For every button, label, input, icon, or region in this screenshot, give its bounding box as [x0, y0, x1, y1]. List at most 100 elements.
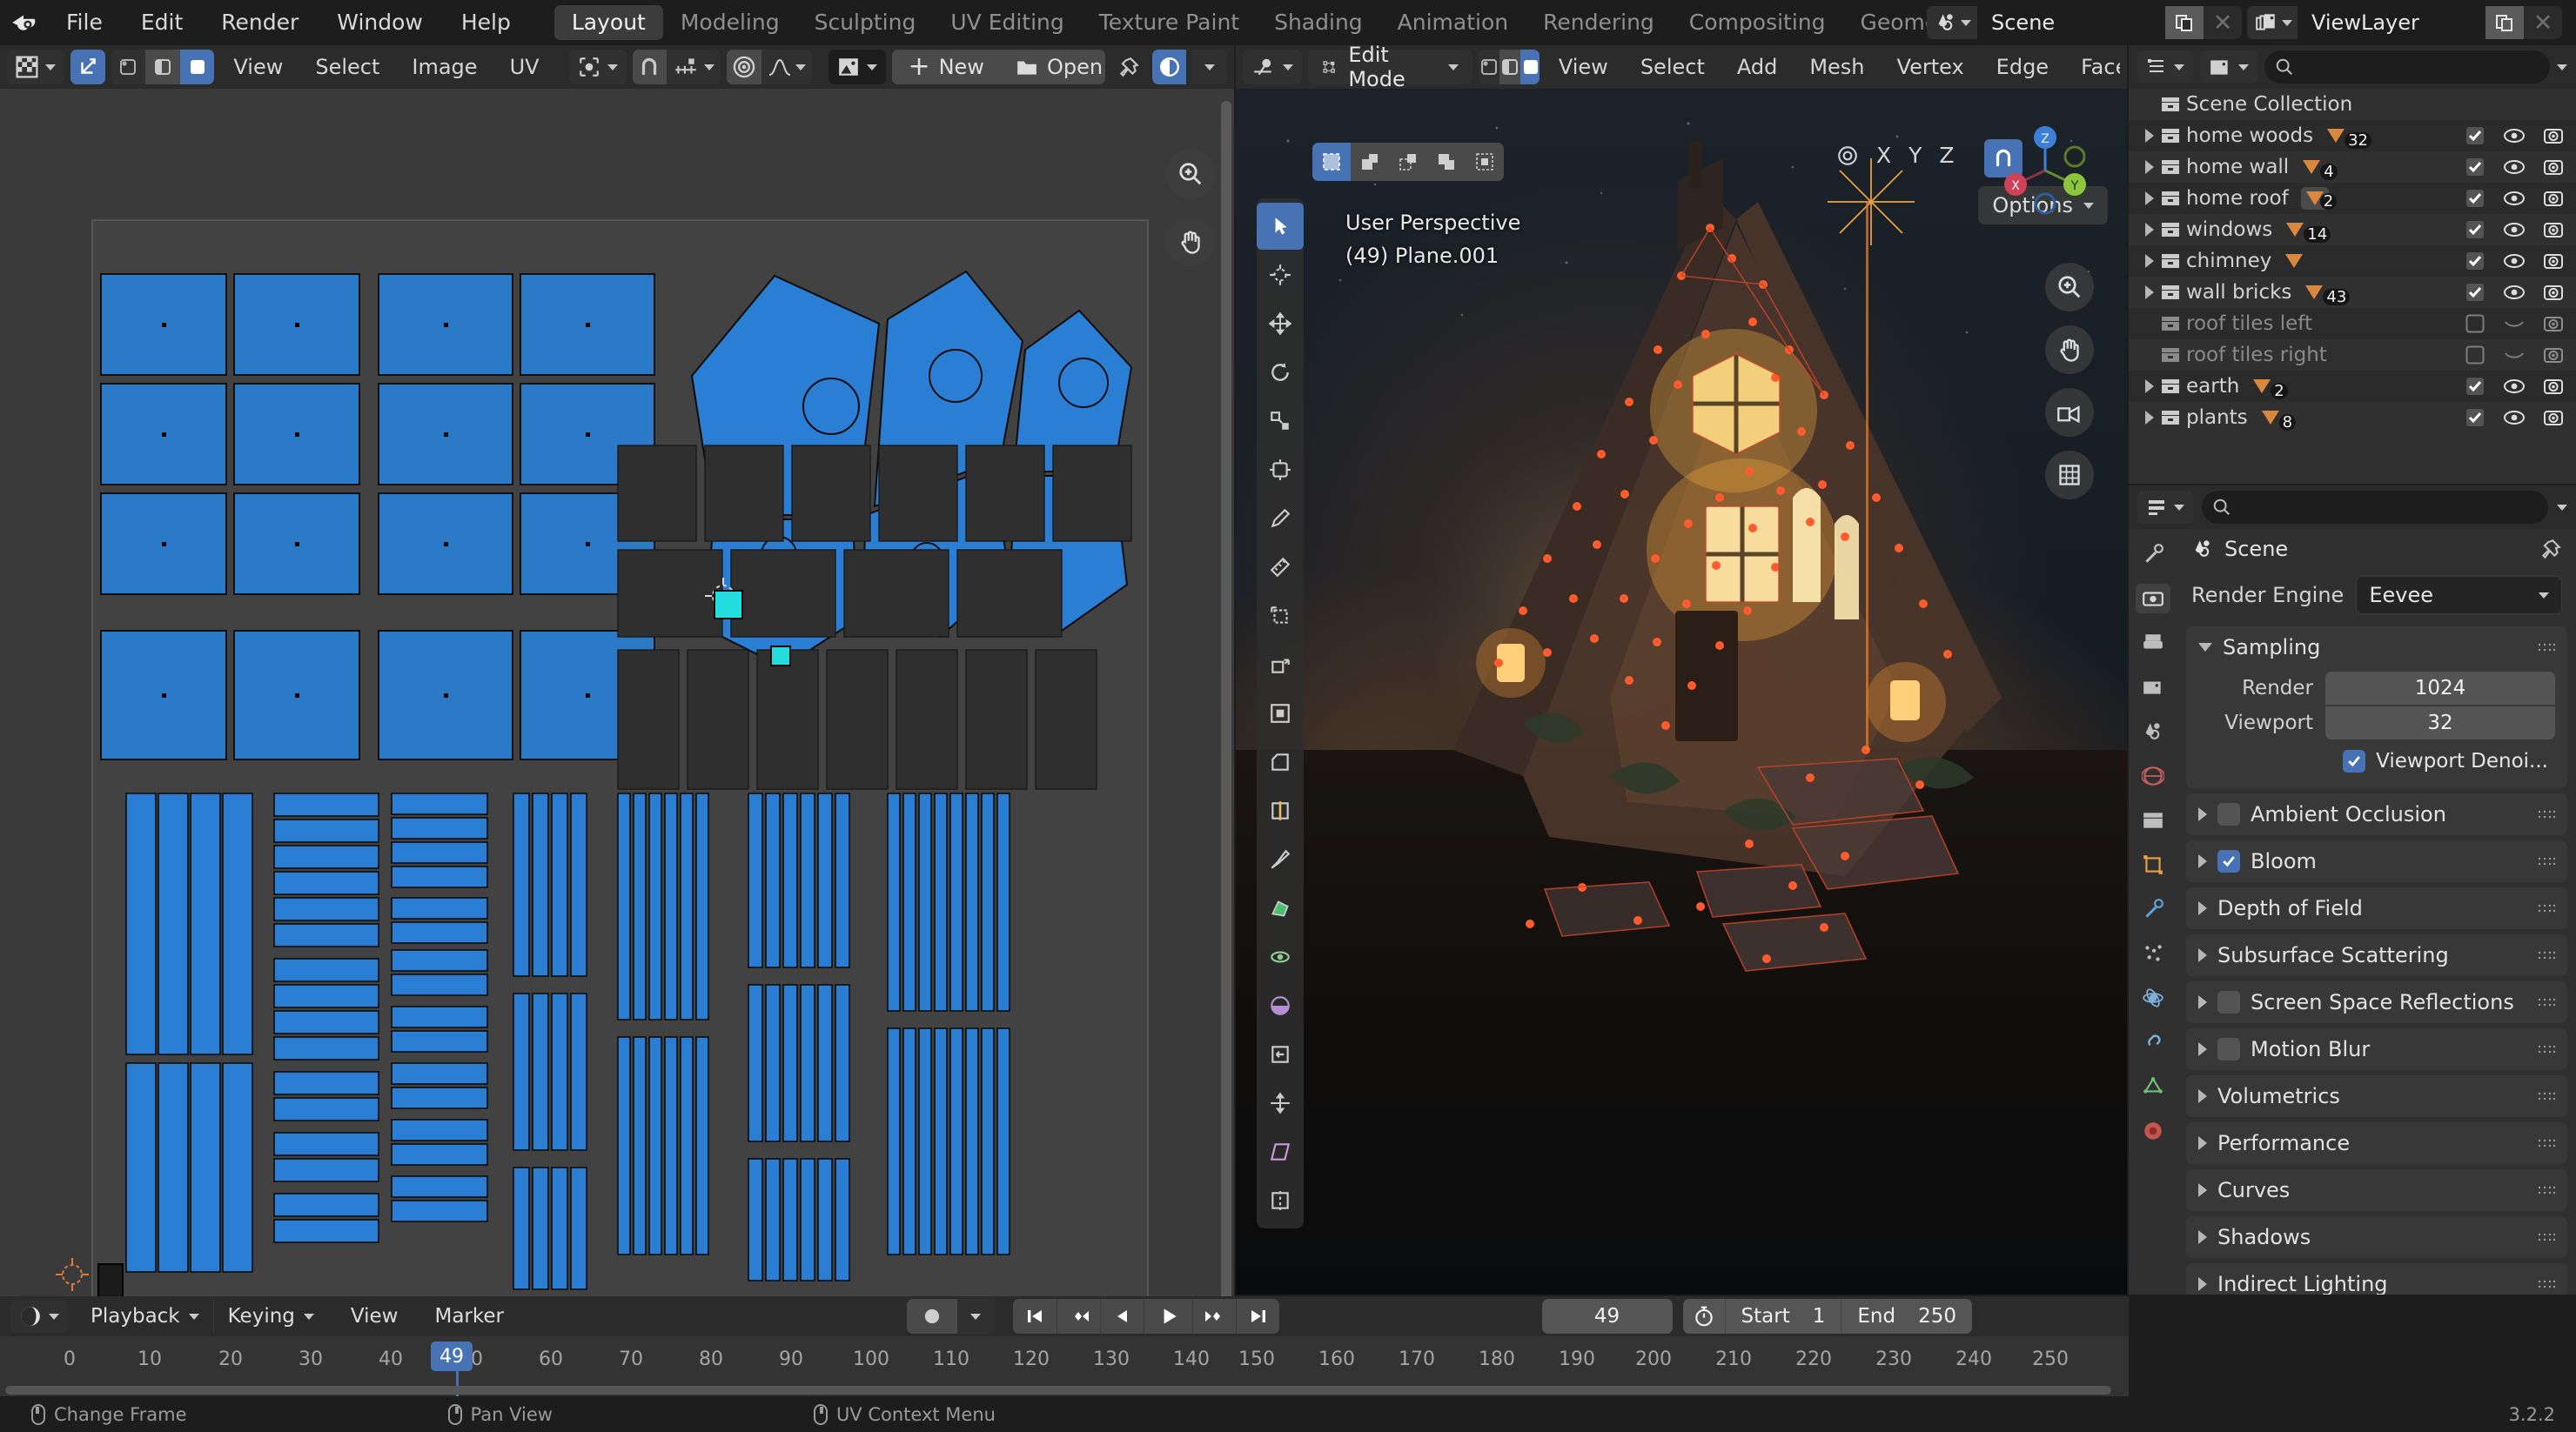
uv-pan-button[interactable]	[1166, 217, 1215, 266]
properties-search-input[interactable]	[2202, 491, 2548, 524]
disclosure-triangle-icon[interactable]	[2139, 379, 2160, 393]
snap-magnet-icon[interactable]	[632, 50, 667, 84]
zoom-icon[interactable]	[2045, 263, 2094, 311]
viewport-menu-vertex[interactable]: Vertex	[1884, 45, 1977, 89]
uv-face[interactable]	[100, 630, 227, 760]
uv-face[interactable]	[233, 273, 360, 376]
new-image-button[interactable]: + New	[892, 50, 1000, 84]
uv-face[interactable]	[378, 492, 513, 595]
timeline-menu-marker[interactable]: Marker	[420, 1305, 518, 1328]
outliner-row-roof-tiles-left[interactable]: roof tiles left	[2129, 308, 2576, 339]
camera-view-icon[interactable]	[2045, 388, 2094, 437]
uv-face[interactable]	[233, 492, 360, 595]
disclosure-triangle-icon[interactable]	[2139, 223, 2160, 237]
menu-file[interactable]: File	[47, 0, 122, 45]
properties-editor-type-button[interactable]	[2137, 491, 2193, 524]
panel-header[interactable]: Curves	[2186, 1169, 2567, 1211]
timeline-scrollbar[interactable]	[5, 1386, 2111, 1395]
select-extend-icon[interactable]	[1389, 143, 1427, 181]
face-select-icon[interactable]	[179, 50, 215, 84]
outliner-root-row[interactable]: Scene Collection	[2129, 89, 2576, 120]
pan-hand-icon[interactable]	[2045, 325, 2094, 374]
eye-icon[interactable]	[2503, 221, 2526, 238]
uv-editor-type-button[interactable]	[7, 50, 64, 84]
display-channels-icon[interactable]	[1151, 50, 1187, 84]
checkbox-icon[interactable]	[2465, 188, 2485, 209]
viewport-menu-view[interactable]: View	[1546, 45, 1621, 89]
eye-icon[interactable]	[2503, 190, 2526, 207]
disclosure-triangle-icon[interactable]	[2139, 285, 2160, 299]
rotate-tool-icon[interactable]	[1257, 349, 1304, 396]
timeline-menu-playback[interactable]: Playback	[77, 1300, 213, 1333]
checkbox-icon[interactable]	[2465, 407, 2485, 428]
spin-tool-icon[interactable]	[1257, 933, 1304, 980]
viewport-menu-edge[interactable]: Edge	[1983, 45, 2062, 89]
checkbox-icon[interactable]	[2465, 219, 2485, 240]
panel-header[interactable]: Bloom	[2186, 840, 2567, 882]
tab-sculpting[interactable]: Sculpting	[797, 5, 934, 40]
viewlayer-selector[interactable]: ViewLayer ✕	[2247, 6, 2562, 39]
timeline-menu-keying[interactable]: Keying	[212, 1300, 328, 1333]
panel-header[interactable]: Volumetrics	[2186, 1075, 2567, 1117]
transform-tool-icon[interactable]	[1257, 446, 1304, 493]
timeline-menu-view[interactable]: View	[337, 1305, 413, 1328]
jump-to-end-icon[interactable]	[1236, 1299, 1279, 1334]
uv-face[interactable]	[100, 492, 227, 595]
face-select-icon[interactable]	[1520, 50, 1540, 84]
chevron-down-icon[interactable]	[2557, 64, 2567, 70]
properties-search-field[interactable]	[2238, 496, 2538, 519]
navigation-gizmo[interactable]: Z X Y	[1993, 118, 2097, 223]
uv-face[interactable]	[100, 383, 227, 485]
modifier-tab-icon[interactable]	[2136, 894, 2170, 924]
chevron-down-icon[interactable]	[2557, 504, 2567, 511]
checkbox-icon[interactable]	[2465, 251, 2485, 271]
tweak-tool-icon[interactable]	[1257, 203, 1304, 250]
camera-icon[interactable]	[2543, 408, 2564, 427]
sampling-panel-header[interactable]: Sampling	[2186, 626, 2567, 668]
outliner-search-field[interactable]	[2301, 56, 2539, 78]
jump-to-next-keyframe-icon[interactable]	[1192, 1299, 1236, 1334]
eye-icon[interactable]	[2503, 127, 2526, 144]
particles-tab-icon[interactable]	[2136, 939, 2170, 968]
camera-icon[interactable]	[2543, 314, 2564, 333]
scene-icon[interactable]	[1927, 6, 1977, 39]
pin-icon[interactable]	[1111, 50, 1146, 84]
display-channels-dropdown[interactable]	[1192, 50, 1227, 84]
camera-icon[interactable]	[2543, 157, 2564, 177]
disclosure-triangle-icon[interactable]	[2139, 160, 2160, 174]
checkbox-icon[interactable]	[2465, 157, 2485, 177]
play-icon[interactable]	[1144, 1299, 1192, 1334]
auto-keying-dropdown[interactable]	[957, 1299, 994, 1334]
rip-region-tool-icon[interactable]	[1257, 1177, 1304, 1224]
tool-tab-icon[interactable]	[2136, 539, 2170, 569]
extrude-region-tool-icon[interactable]	[1257, 641, 1304, 688]
outliner-row-chimney[interactable]: chimney	[2129, 245, 2576, 277]
outliner-row-home-roof[interactable]: home roof 2	[2129, 183, 2576, 214]
uv-zoom-button[interactable]	[1166, 150, 1215, 198]
use-preview-range-icon[interactable]	[1682, 1299, 1725, 1334]
uv-menu-uv[interactable]: UV	[497, 45, 553, 89]
auto-keying-icon[interactable]	[907, 1299, 957, 1334]
outliner-search-input[interactable]	[2264, 50, 2550, 84]
scene-selector[interactable]: Scene ✕	[1927, 6, 2242, 39]
checkbox-icon[interactable]	[2465, 345, 2485, 365]
uv-menu-select[interactable]: Select	[302, 45, 392, 89]
panel-header[interactable]: Indirect Lighting	[2186, 1263, 2567, 1295]
uv-menu-view[interactable]: View	[220, 45, 296, 89]
eye-icon[interactable]	[2503, 378, 2526, 395]
sampling-viewport-field[interactable]: 32	[2325, 706, 2555, 739]
disclosure-triangle-icon[interactable]	[2139, 411, 2160, 425]
render-tab-icon[interactable]	[2136, 584, 2170, 613]
viewlayer-name[interactable]: ViewLayer	[2298, 6, 2485, 39]
timeline-playhead[interactable]: 49	[431, 1342, 473, 1371]
menu-help[interactable]: Help	[442, 0, 530, 45]
viewport-menu-add[interactable]: Add	[1724, 45, 1790, 89]
scene-tab-icon[interactable]	[2136, 717, 2170, 746]
scale-tool-icon[interactable]	[1257, 398, 1304, 445]
timeline-editor-type-button[interactable]	[10, 1300, 68, 1333]
viewport-menu-face[interactable]: Face	[2068, 45, 2120, 89]
panel-header[interactable]: Screen Space Reflections	[2186, 981, 2567, 1023]
jump-to-start-icon[interactable]	[1013, 1299, 1057, 1334]
edge-slide-tool-icon[interactable]	[1257, 1031, 1304, 1078]
inset-faces-tool-icon[interactable]	[1257, 690, 1304, 737]
